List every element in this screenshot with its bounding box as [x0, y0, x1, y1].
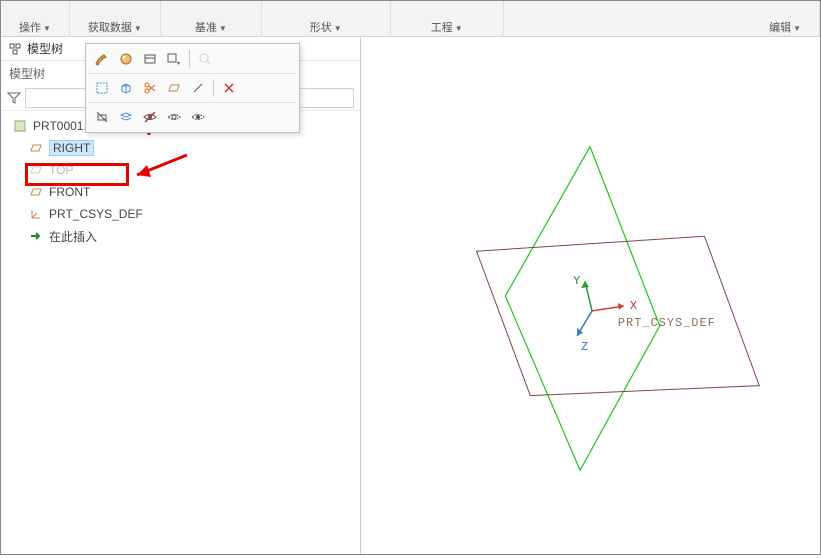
dropdown-arrow-icon: ▼	[219, 24, 227, 33]
tree-item-csys[interactable]: PRT_CSYS_DEF	[29, 203, 360, 225]
params-icon[interactable]	[139, 49, 161, 69]
select-parent-icon[interactable]	[91, 78, 113, 98]
tree-title: 模型树	[27, 40, 63, 57]
part-icon	[13, 119, 27, 133]
tree-item-front[interactable]: FRONT	[29, 181, 360, 203]
dropdown-arrow-icon: ▼	[455, 24, 463, 33]
ribbon-label: 操作	[19, 22, 41, 34]
edit-dropdown-icon[interactable]	[163, 49, 185, 69]
dropdown-arrow-icon: ▼	[134, 24, 142, 33]
brush-icon[interactable]	[91, 49, 113, 69]
dropdown-arrow-icon: ▼	[43, 24, 51, 33]
hide-eye-icon[interactable]	[139, 107, 161, 127]
suppress-icon[interactable]	[91, 107, 113, 127]
plane-icon	[29, 141, 43, 155]
cube-icon[interactable]	[115, 78, 137, 98]
ribbon-group-edit[interactable]: 编辑▼	[751, 1, 820, 37]
ribbon-label: 基准	[195, 22, 217, 34]
ribbon-toolbar: 操作▼ 获取数据▼ 基准▼ 形状▼ 工程▼ 编辑▼	[1, 1, 820, 37]
scissors-icon[interactable]	[139, 78, 161, 98]
insert-arrow-icon	[29, 229, 43, 243]
axis-x-label: X	[630, 299, 637, 313]
ribbon-label: 形状	[310, 22, 332, 34]
ribbon-label: 获取数据	[88, 22, 132, 34]
mini-toolbar-row2	[89, 73, 296, 100]
context-mini-toolbar	[85, 43, 300, 133]
node-label: FRONT	[49, 185, 90, 199]
tree-item-insert[interactable]: 在此插入	[29, 225, 360, 247]
ribbon-group-engineering[interactable]: 工程▼	[391, 1, 504, 37]
ribbon-group-operate[interactable]: 操作▼	[1, 1, 70, 37]
search-icon[interactable]	[194, 49, 216, 69]
mini-toolbar-row1	[89, 47, 296, 71]
separator	[213, 79, 214, 97]
csys-axes: X Y Z	[573, 274, 637, 354]
node-label: RIGHT	[49, 140, 94, 156]
plane-icon	[29, 163, 43, 177]
csys-icon	[29, 207, 43, 221]
tree-subtitle: 模型树	[9, 65, 45, 82]
tree-item-top[interactable]: TOP	[29, 159, 360, 181]
viewport-canvas: X Y Z PRT_CSYS_DEF	[361, 37, 820, 554]
tree-item-right[interactable]: RIGHT	[29, 137, 360, 159]
graphics-viewport[interactable]: X Y Z PRT_CSYS_DEF	[361, 37, 820, 554]
tree-icon	[9, 43, 21, 55]
axis-y-label: Y	[573, 274, 580, 288]
csys-text-label: PRT_CSYS_DEF	[618, 316, 716, 330]
ribbon-label: 工程	[431, 22, 453, 34]
funnel-icon[interactable]	[7, 91, 21, 105]
plane-small-icon[interactable]	[163, 78, 185, 98]
layer-icon[interactable]	[115, 107, 137, 127]
ribbon-group-shape[interactable]: 形状▼	[262, 1, 391, 37]
mini-toolbar-row3	[89, 102, 296, 129]
dropdown-arrow-icon: ▼	[793, 24, 801, 33]
dropdown-arrow-icon: ▼	[334, 24, 342, 33]
plane-icon	[29, 185, 43, 199]
separator	[189, 50, 190, 68]
hide-sel-icon[interactable]	[163, 107, 185, 127]
line-icon[interactable]	[187, 78, 209, 98]
node-label: 在此插入	[49, 228, 97, 245]
ribbon-group-getdata[interactable]: 获取数据▼	[70, 1, 161, 37]
axis-z-label: Z	[581, 340, 588, 354]
ribbon-label: 编辑	[769, 22, 791, 34]
delete-x-icon[interactable]	[218, 78, 240, 98]
show-sel-icon[interactable]	[187, 107, 209, 127]
node-label: PRT_CSYS_DEF	[49, 207, 143, 221]
appearance-icon[interactable]	[115, 49, 137, 69]
node-label: TOP	[49, 163, 73, 177]
ribbon-group-datum[interactable]: 基准▼	[161, 1, 262, 37]
